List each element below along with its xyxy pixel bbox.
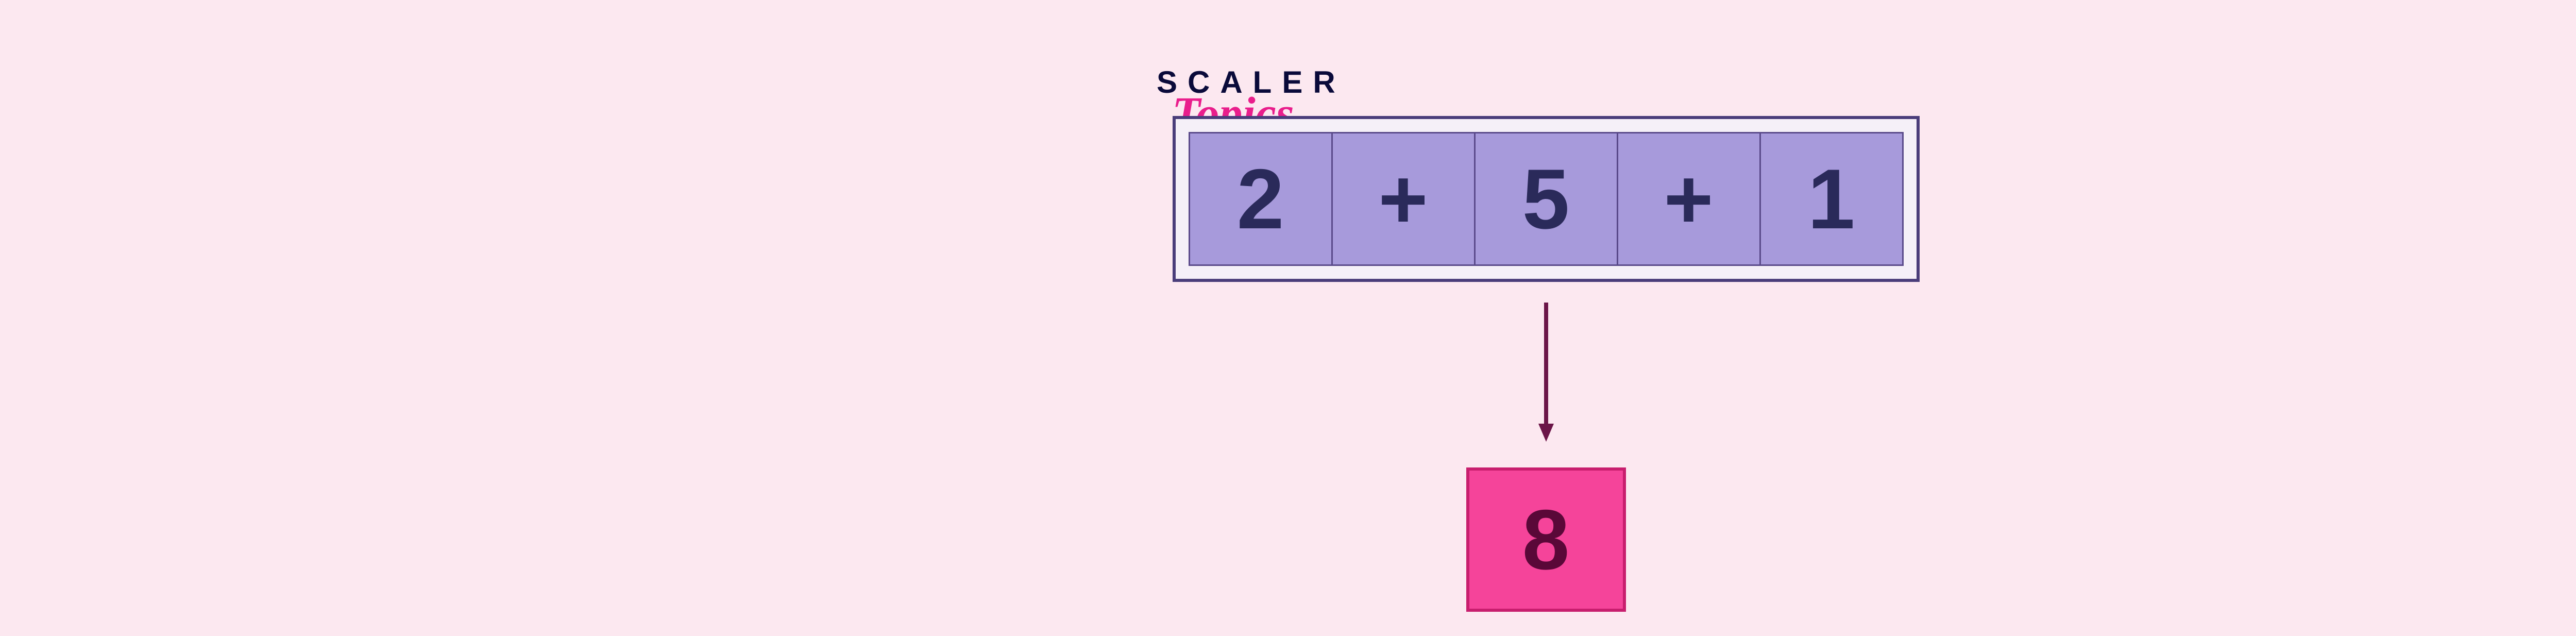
expression-diagram: 2 + 5 + 1 8 bbox=[1173, 116, 1920, 612]
expression-cell: + bbox=[1331, 132, 1476, 266]
expression-cell: 2 bbox=[1189, 132, 1333, 266]
arrow-container bbox=[1536, 303, 1556, 442]
expression-box: 2 + 5 + 1 bbox=[1173, 116, 1920, 282]
expression-cell: 1 bbox=[1759, 132, 1904, 266]
expression-cell: 5 bbox=[1474, 132, 1618, 266]
result-box: 8 bbox=[1466, 467, 1626, 612]
expression-cell: + bbox=[1617, 132, 1761, 266]
down-arrow-icon bbox=[1536, 303, 1556, 442]
